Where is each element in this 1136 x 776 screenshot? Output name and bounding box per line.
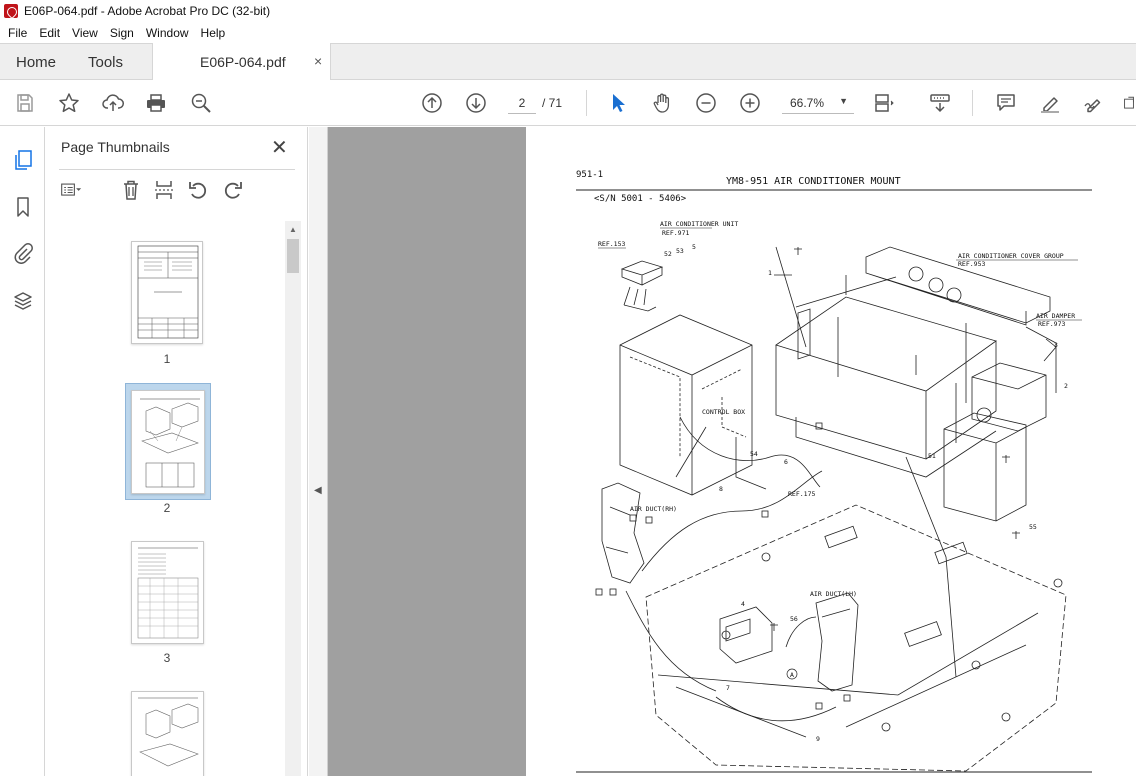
layers-icon[interactable] [11, 289, 35, 313]
thumbnail-preview-1 [137, 245, 199, 339]
menu-sign[interactable]: Sign [104, 26, 140, 40]
document-page: 951-1 YM8-951 AIR CONDITIONER MOUNT <S/N… [526, 127, 1136, 776]
thumbnail-preview-4 [138, 697, 199, 767]
scroll-up-icon[interactable]: ▲ [289, 225, 297, 234]
menu-view[interactable]: View [66, 26, 104, 40]
header-title: YM8-951 AIR CONDITIONER MOUNT [726, 176, 901, 187]
delete-icon[interactable] [119, 178, 143, 202]
label-air-damper: AIR DAMPER [1036, 312, 1075, 320]
scroll-mode-icon[interactable] [928, 91, 952, 115]
callout: 1 [768, 269, 772, 277]
zoom-out-icon[interactable] [694, 91, 718, 115]
callout: 52 [664, 250, 672, 258]
thumbnail-number: 3 [163, 651, 171, 665]
page-thumbnails-icon[interactable] [11, 148, 35, 172]
share-icon[interactable] [1122, 91, 1136, 115]
attachment-icon[interactable] [11, 241, 35, 265]
page-layout-icon[interactable] [872, 91, 896, 115]
serial-range: <S/N 5001 - 5406> [594, 194, 687, 204]
zoom-level-select[interactable]: 66.7% ▼ [782, 92, 854, 114]
callout: 54 [750, 450, 758, 458]
panel-close-icon[interactable]: ✕ [271, 135, 288, 160]
parts-diagram: 951-1 YM8-951 AIR CONDITIONER MOUNT <S/N… [576, 170, 1092, 773]
sign-pen-icon[interactable] [1082, 91, 1106, 115]
callout: 8 [719, 485, 723, 493]
label-control-box: CONTROL BOX [702, 408, 745, 416]
zoom-value: 66.7% [790, 96, 825, 110]
menu-window[interactable]: Window [140, 26, 195, 40]
thumbnail-scrollbar[interactable]: ▲ [285, 221, 301, 776]
comment-icon[interactable] [994, 91, 1018, 115]
tab-bar: Home Tools E06P-064.pdf × [0, 43, 1136, 80]
zoom-in-icon[interactable] [738, 91, 762, 115]
print-icon[interactable] [144, 91, 168, 115]
zoom-search-icon[interactable] [189, 91, 213, 115]
previous-page-icon[interactable] [420, 91, 444, 115]
tab-home[interactable]: Home [16, 54, 56, 71]
toolbar [0, 80, 1136, 126]
panel-title: Page Thumbnails [61, 139, 170, 155]
label-cover-group-ref: REF.953 [958, 260, 985, 268]
thumbnail-page[interactable] [131, 541, 204, 644]
cloud-upload-icon[interactable] [101, 91, 125, 115]
insert-page-icon[interactable] [152, 178, 176, 202]
highlight-pen-icon[interactable] [1038, 91, 1062, 115]
rotate-left-icon[interactable] [186, 178, 210, 202]
select-pointer-icon[interactable] [606, 91, 630, 115]
thumbnails-panel: Page Thumbnails ✕ 1 2 3 ▲ [45, 127, 308, 776]
page-code: 951-1 [576, 170, 603, 180]
label-ref153: REF.153 [598, 240, 625, 248]
thumbnail-preview-3 [137, 547, 199, 639]
window-title: E06P-064.pdf - Adobe Acrobat Pro DC (32-… [24, 4, 271, 18]
rotate-right-icon[interactable] [221, 178, 245, 202]
callout: A [790, 671, 794, 679]
callout: 2 [1064, 382, 1068, 390]
menu-bar: File Edit View Sign Window Help [0, 22, 1136, 43]
document-view: 951-1 YM8-951 AIR CONDITIONER MOUNT <S/N… [328, 127, 1136, 776]
callout: 9 [816, 735, 820, 743]
page-number-input[interactable] [508, 92, 536, 114]
callout: 53 [676, 247, 684, 255]
panel-collapse-strip[interactable]: ◀ [309, 127, 328, 776]
label-ref175: REF.175 [788, 490, 815, 498]
hand-tool-icon[interactable] [650, 91, 674, 115]
thumbnail-page[interactable] [131, 691, 204, 776]
bookmark-icon[interactable] [11, 195, 35, 219]
menu-help[interactable]: Help [195, 26, 232, 40]
callout: 56 [790, 615, 798, 623]
tab-document[interactable]: E06P-064.pdf × [152, 43, 331, 80]
tab-document-label: E06P-064.pdf [200, 54, 286, 70]
chevron-down-icon: ▼ [839, 96, 848, 106]
menu-file[interactable]: File [2, 26, 33, 40]
callout: 6 [784, 458, 788, 466]
bookmark-star-icon[interactable] [57, 91, 81, 115]
tab-tools[interactable]: Tools [88, 54, 123, 71]
menu-edit[interactable]: Edit [33, 26, 66, 40]
label-cover-group: AIR CONDITIONER COVER GROUP [958, 252, 1064, 260]
page-total: / 71 [542, 96, 563, 110]
label-ac-unit-ref: REF.971 [662, 229, 689, 237]
collapse-arrow-icon[interactable]: ◀ [314, 485, 322, 496]
label-air-duct-lh: AIR DUCT(LH) [810, 590, 857, 598]
save-icon[interactable] [13, 91, 37, 115]
callout: 5 [692, 243, 696, 251]
thumbnail-page-selected[interactable] [131, 390, 205, 494]
label-air-damper-ref: REF.973 [1038, 320, 1065, 328]
left-tool-strip [0, 127, 45, 776]
thumbnail-number: 2 [163, 501, 171, 515]
next-page-icon[interactable] [464, 91, 488, 115]
acrobat-logo-icon [4, 4, 18, 18]
thumbnail-page[interactable] [131, 241, 203, 344]
callout: 7 [726, 684, 730, 692]
thumbnail-options-icon[interactable] [59, 178, 83, 202]
tab-close-icon[interactable]: × [314, 53, 322, 69]
thumbnail-number: 1 [163, 352, 171, 366]
label-ac-unit: AIR CONDITIONER UNIT [660, 220, 738, 228]
thumbnail-preview-2 [140, 398, 200, 488]
callout: 55 [1029, 523, 1037, 531]
scrollbar-thumb[interactable] [287, 239, 299, 273]
callout: 4 [741, 600, 745, 608]
title-bar: E06P-064.pdf - Adobe Acrobat Pro DC (32-… [0, 0, 1136, 22]
